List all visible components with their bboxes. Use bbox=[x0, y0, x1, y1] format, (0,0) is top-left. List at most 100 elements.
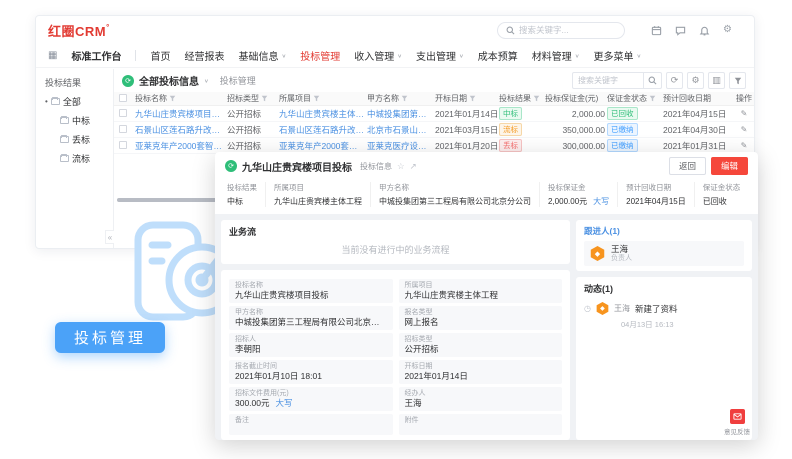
project-link[interactable]: 九华山庄贵宾楼主体工程 bbox=[274, 196, 362, 207]
filter-icon[interactable] bbox=[401, 95, 408, 102]
followers-card: 跟进人(1) ◆ 王海 负责人 bbox=[576, 220, 752, 271]
chevron-down-icon: ∨ bbox=[459, 52, 464, 58]
followers-title[interactable]: 跟进人(1) bbox=[584, 225, 744, 237]
bid-name-link[interactable]: 亚莱克年产2000套智能... bbox=[135, 140, 225, 152]
nav-item-bid-management[interactable]: 投标管理 bbox=[300, 48, 340, 63]
field-open-date: 开标日期2021年01月14日 bbox=[399, 360, 563, 384]
back-button[interactable]: 返回 bbox=[669, 157, 706, 175]
calendar-icon[interactable] bbox=[651, 25, 662, 36]
activity-time: 04月13日 16:13 bbox=[621, 319, 744, 330]
global-search-input[interactable] bbox=[519, 25, 609, 35]
bidding-module-button[interactable]: 投标管理 bbox=[55, 322, 165, 353]
row-checkbox[interactable] bbox=[119, 125, 127, 133]
nav-item-home[interactable]: 首页 bbox=[150, 48, 170, 63]
workbench-label[interactable]: 标准工作台 bbox=[71, 48, 121, 63]
party-link[interactable]: 中城投集团第三工程局有... bbox=[367, 108, 433, 120]
nav-item-materials[interactable]: 材料管理∨ bbox=[532, 48, 580, 63]
project-link[interactable]: 亚莱克年产2000套智能... bbox=[279, 140, 365, 152]
follower-item[interactable]: ◆ 王海 负责人 bbox=[584, 241, 744, 266]
folder-icon bbox=[60, 117, 69, 124]
row-checkbox[interactable] bbox=[119, 141, 127, 149]
record-type-label: 投标信息 bbox=[360, 161, 392, 172]
feedback-label: 意见反馈 bbox=[724, 426, 750, 436]
share-icon[interactable]: ↗ bbox=[410, 161, 417, 172]
row-checkbox[interactable] bbox=[119, 109, 127, 117]
top-icon-group: ⚙ bbox=[651, 25, 732, 36]
field-signup-deadline: 报名截止时间2021年01月10日 18:01 bbox=[229, 360, 393, 384]
filter-icon[interactable] bbox=[649, 95, 656, 102]
summary-bar: 投标结果 中标 所属项目 九华山庄贵宾楼主体工程 甲方名称 中城投集团第三工程局… bbox=[225, 175, 748, 214]
party-link[interactable]: 北京市石景山区住房和城... bbox=[367, 124, 433, 136]
feedback-icon[interactable] bbox=[730, 409, 745, 424]
nav-item-expense[interactable]: 支出管理∨ bbox=[416, 48, 464, 63]
summary-field: 甲方名称 中城投集团第三工程局有限公司北京分公司 bbox=[370, 182, 539, 207]
select-all-checkbox[interactable] bbox=[119, 94, 127, 102]
nav-item-income[interactable]: 收入管理∨ bbox=[354, 48, 402, 63]
chevron-down-icon: ∨ bbox=[281, 52, 286, 58]
settings-icon[interactable]: ⚙ bbox=[723, 25, 732, 35]
filter-icon[interactable] bbox=[533, 95, 540, 102]
bell-icon[interactable] bbox=[699, 25, 710, 36]
nav-item-more[interactable]: 更多菜单∨ bbox=[594, 48, 642, 63]
party-link[interactable]: 中城投集团第三工程局有限公司北京分公司 bbox=[379, 196, 531, 207]
sidebar-item-lost[interactable]: 丢标 bbox=[60, 133, 113, 146]
party-link[interactable]: 亚莱克医疗设备有限公司 bbox=[367, 140, 433, 152]
nav-item-basic-info[interactable]: 基础信息∨ bbox=[238, 48, 286, 63]
edit-icon[interactable]: ✎ bbox=[735, 125, 753, 134]
table-header: 投标名称 招标类型 所属项目 甲方名称 开标日期 投标结果 投标保证金(元) 保… bbox=[114, 92, 754, 106]
filter-button[interactable] bbox=[729, 72, 746, 89]
breadcrumb: 投标管理 bbox=[220, 74, 256, 87]
field-bid-name: 投标名称九华山庄贵宾楼项目投标 bbox=[229, 279, 393, 303]
edit-button[interactable]: 编辑 bbox=[711, 157, 748, 175]
filter-icon[interactable] bbox=[169, 95, 176, 102]
feedback-widget[interactable]: 意见反馈 bbox=[724, 409, 750, 436]
star-icon[interactable]: ☆ bbox=[397, 161, 405, 172]
bid-detail-dialog: ⟳ 九华山庄贵宾楼项目投标 投标信息 ☆ ↗ 返回 编辑 投标结果 中标 所属项… bbox=[215, 152, 758, 440]
list-search-input[interactable] bbox=[573, 76, 641, 85]
field-remark: 备注 bbox=[229, 414, 393, 435]
global-search[interactable] bbox=[497, 22, 625, 39]
dialog-body: 业务流 当前没有进行中的业务流程 投标名称九华山庄贵宾楼项目投标 所属项目九华山… bbox=[215, 214, 758, 440]
chevron-down-icon[interactable]: ∨ bbox=[204, 77, 209, 83]
summary-field: 保证金状态 已回收 bbox=[694, 182, 748, 207]
bid-name-link[interactable]: 九华山庄贵宾楼项目投标 bbox=[135, 108, 225, 120]
message-icon[interactable] bbox=[675, 25, 686, 36]
sidebar-item-failed[interactable]: 流标 bbox=[60, 152, 113, 165]
folder-icon bbox=[60, 136, 69, 143]
result-badge: 中标 bbox=[499, 107, 522, 120]
table-row[interactable]: 石景山区莲石路升改造工程 公开招标 石景山区莲石路升改造工程 北京市石景山区住房… bbox=[114, 122, 754, 138]
view-title[interactable]: 全部投标信息 bbox=[139, 73, 199, 88]
chevron-down-icon: ∨ bbox=[637, 52, 642, 58]
tree-expand-icon[interactable]: • bbox=[45, 97, 48, 106]
nav-item-cost-budget[interactable]: 成本预算 bbox=[478, 48, 518, 63]
list-search[interactable] bbox=[572, 72, 662, 89]
project-link[interactable]: 石景山区莲石路升改造工程 bbox=[279, 124, 365, 136]
bid-name-link[interactable]: 石景山区莲石路升改造工程 bbox=[135, 124, 225, 136]
apps-grid-icon[interactable]: ▦ bbox=[48, 50, 57, 61]
summary-field: 投标结果 中标 bbox=[225, 182, 265, 207]
search-icon[interactable] bbox=[643, 73, 661, 88]
project-link[interactable]: 九华山庄贵宾楼主体工程 bbox=[279, 108, 365, 120]
field-tender-type: 招标类型公开招标 bbox=[399, 333, 563, 357]
uppercase-link[interactable]: 大写 bbox=[276, 398, 293, 408]
table-row[interactable]: 九华山庄贵宾楼项目投标 公开招标 九华山庄贵宾楼主体工程 中城投集团第三工程局有… bbox=[114, 106, 754, 122]
sidebar-item-won[interactable]: 中标 bbox=[60, 114, 113, 127]
edit-icon[interactable]: ✎ bbox=[735, 141, 753, 150]
activity-item[interactable]: ◷ ◆ 王海 新建了资料 bbox=[584, 302, 744, 315]
uppercase-link[interactable]: 大写 bbox=[593, 197, 609, 206]
nav-item-reports[interactable]: 经营报表 bbox=[184, 48, 224, 63]
sidebar-collapse-handle[interactable]: « bbox=[105, 230, 114, 244]
dialog-title: 九华山庄贵宾楼项目投标 bbox=[242, 159, 352, 174]
edit-icon[interactable]: ✎ bbox=[735, 109, 753, 118]
columns-button[interactable]: ▥ bbox=[708, 72, 725, 89]
refresh-button[interactable]: ⟳ bbox=[666, 72, 683, 89]
settings-button[interactable]: ⚙ bbox=[687, 72, 704, 89]
detail-form-card: 投标名称九华山庄贵宾楼项目投标 所属项目九华山庄贵宾楼主体工程 甲方名称中城投集… bbox=[221, 270, 570, 440]
field-party: 甲方名称中城投集团第三工程局有限公司北京分公司 bbox=[229, 306, 393, 330]
filter-icon[interactable] bbox=[261, 95, 268, 102]
filter-icon[interactable] bbox=[313, 95, 320, 102]
filter-icon[interactable] bbox=[469, 95, 476, 102]
clock-icon: ◷ bbox=[584, 304, 591, 313]
sidebar-item-all[interactable]: • 全部 bbox=[45, 95, 113, 108]
record-type-icon: ⟳ bbox=[225, 160, 237, 172]
